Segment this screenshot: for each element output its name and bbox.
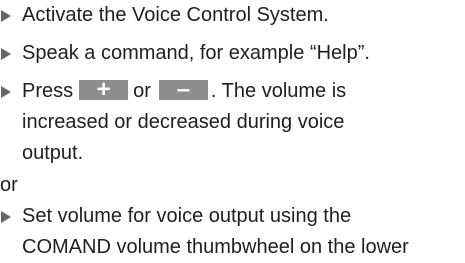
minus-key-icon: – xyxy=(158,76,208,103)
step-text-line: Set volume for voice output using the xyxy=(22,205,352,227)
bullet-arrow-icon xyxy=(1,48,11,60)
after-keys-text: . The volume is xyxy=(210,80,347,102)
minus-key-glyph: – xyxy=(176,76,191,103)
step-text-line: COMAND volume thumbwheel on the lower xyxy=(22,236,409,258)
instruction-step-activate: Activate the Voice Control System. xyxy=(0,0,329,31)
step-text: Speak a command, for example “Help”. xyxy=(22,42,370,64)
step-text: Activate the Voice Control System. xyxy=(22,4,329,26)
or-word: or xyxy=(133,80,151,102)
step-text-line: increased or decreased during voice xyxy=(22,111,345,133)
instruction-step-speak-command: Speak a command, for example “Help”. xyxy=(0,38,370,69)
bullet-arrow-icon xyxy=(1,211,11,223)
or-separator: or xyxy=(0,174,18,196)
step-text-line: output. xyxy=(22,142,84,164)
plus-key-glyph: + xyxy=(96,76,111,103)
bullet-arrow-icon xyxy=(1,10,11,22)
instruction-step-thumbwheel: Set volume for voice output using the CO… xyxy=(0,201,409,263)
step-text-line: Press + or –. The volume is xyxy=(22,76,346,107)
press-word: Press xyxy=(22,80,74,102)
plus-key-icon: + xyxy=(79,76,129,103)
bullet-arrow-icon xyxy=(1,86,11,98)
instruction-step-press-volume-keys: Press + or –. The volume is increased or de… xyxy=(0,76,346,169)
